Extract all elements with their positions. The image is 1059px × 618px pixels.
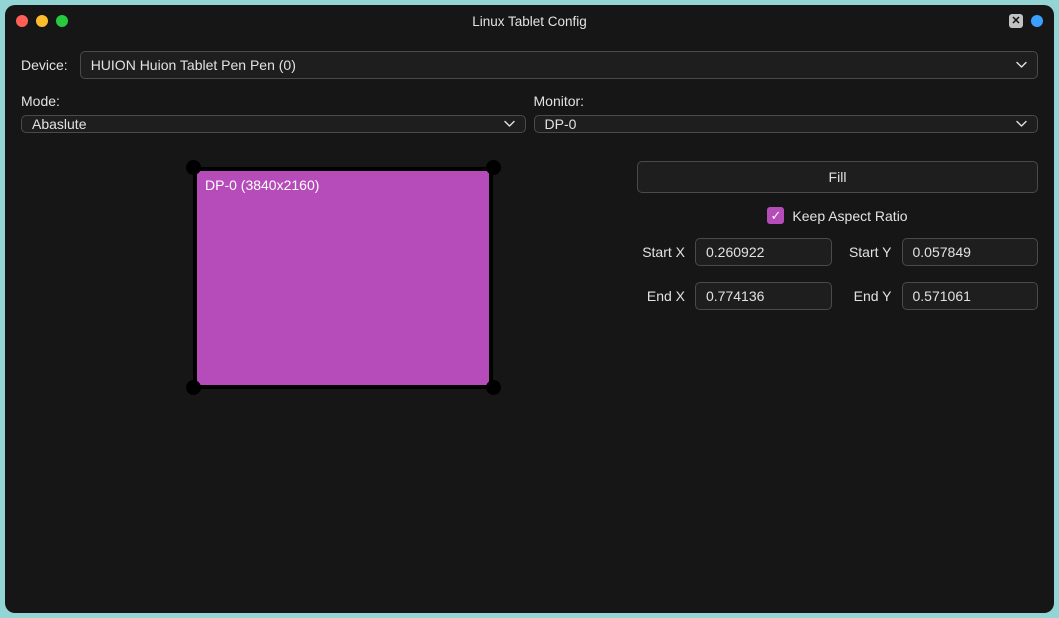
monitor-rect-label: DP-0 (3840x2160) — [205, 177, 319, 193]
end-y-label: End Y — [844, 288, 892, 304]
start-x-label: Start X — [637, 244, 685, 260]
monitor-select-value: DP-0 — [545, 116, 577, 132]
window-controls — [16, 15, 68, 27]
controls-panel: Fill ✓ Keep Aspect Ratio Start X 0.26092… — [621, 161, 1038, 441]
start-row: Start X 0.260922 Start Y 0.057849 — [637, 238, 1038, 266]
start-x-input[interactable]: 0.260922 — [695, 238, 832, 266]
maximize-window-button[interactable] — [56, 15, 68, 27]
titlebar-right: ✕ — [1009, 14, 1043, 28]
tablet-mapping-preview[interactable]: DP-0 (3840x2160) — [21, 161, 621, 441]
device-select-value: HUION Huion Tablet Pen Pen (0) — [91, 57, 296, 73]
fill-button[interactable]: Fill — [637, 161, 1038, 193]
end-y-pair: End Y 0.571061 — [844, 282, 1039, 310]
resize-handle-bottom-right[interactable] — [486, 380, 501, 395]
resize-handle-top-left[interactable] — [186, 160, 201, 175]
close-window-button[interactable] — [16, 15, 28, 27]
mode-select-value: Abaslute — [32, 116, 86, 132]
start-y-pair: Start Y 0.057849 — [844, 238, 1039, 266]
chevron-down-icon — [1016, 62, 1027, 69]
end-x-label: End X — [637, 288, 685, 304]
chevron-down-icon — [1016, 121, 1027, 128]
status-dot-icon — [1031, 15, 1043, 27]
keep-aspect-row: ✓ Keep Aspect Ratio — [637, 207, 1038, 224]
close-icon[interactable]: ✕ — [1009, 14, 1023, 28]
mode-monitor-row: Mode: Abaslute Monitor: DP-0 — [21, 93, 1038, 133]
resize-handle-bottom-left[interactable] — [186, 380, 201, 395]
mode-col: Mode: Abaslute — [21, 93, 526, 133]
check-icon: ✓ — [770, 209, 781, 222]
end-row: End X 0.774136 End Y 0.571061 — [637, 282, 1038, 310]
fill-button-label: Fill — [829, 169, 847, 185]
monitor-rect[interactable]: DP-0 (3840x2160) — [193, 167, 493, 389]
titlebar: Linux Tablet Config ✕ — [5, 5, 1054, 37]
monitor-label: Monitor: — [534, 93, 1039, 109]
resize-handle-top-right[interactable] — [486, 160, 501, 175]
end-x-value: 0.774136 — [706, 288, 764, 304]
keep-aspect-checkbox[interactable]: ✓ — [767, 207, 784, 224]
coordinate-inputs: Start X 0.260922 Start Y 0.057849 — [637, 238, 1038, 310]
main-area: DP-0 (3840x2160) Fill ✓ Keep Aspect Rati… — [21, 161, 1038, 441]
start-y-input[interactable]: 0.057849 — [902, 238, 1039, 266]
start-x-pair: Start X 0.260922 — [637, 238, 832, 266]
start-x-value: 0.260922 — [706, 244, 764, 260]
app-window: Linux Tablet Config ✕ Device: HUION Huio… — [5, 5, 1054, 613]
minimize-window-button[interactable] — [36, 15, 48, 27]
end-x-pair: End X 0.774136 — [637, 282, 832, 310]
start-y-value: 0.057849 — [913, 244, 971, 260]
end-y-value: 0.571061 — [913, 288, 971, 304]
start-y-label: Start Y — [844, 244, 892, 260]
end-x-input[interactable]: 0.774136 — [695, 282, 832, 310]
content-area: Device: HUION Huion Tablet Pen Pen (0) M… — [5, 37, 1054, 455]
device-label: Device: — [21, 57, 68, 73]
mode-label: Mode: — [21, 93, 526, 109]
monitor-col: Monitor: DP-0 — [534, 93, 1039, 133]
chevron-down-icon — [504, 121, 515, 128]
device-select[interactable]: HUION Huion Tablet Pen Pen (0) — [80, 51, 1038, 79]
monitor-select[interactable]: DP-0 — [534, 115, 1039, 133]
device-row: Device: HUION Huion Tablet Pen Pen (0) — [21, 51, 1038, 79]
window-title: Linux Tablet Config — [472, 14, 587, 29]
keep-aspect-label: Keep Aspect Ratio — [792, 208, 907, 224]
end-y-input[interactable]: 0.571061 — [902, 282, 1039, 310]
mode-select[interactable]: Abaslute — [21, 115, 526, 133]
